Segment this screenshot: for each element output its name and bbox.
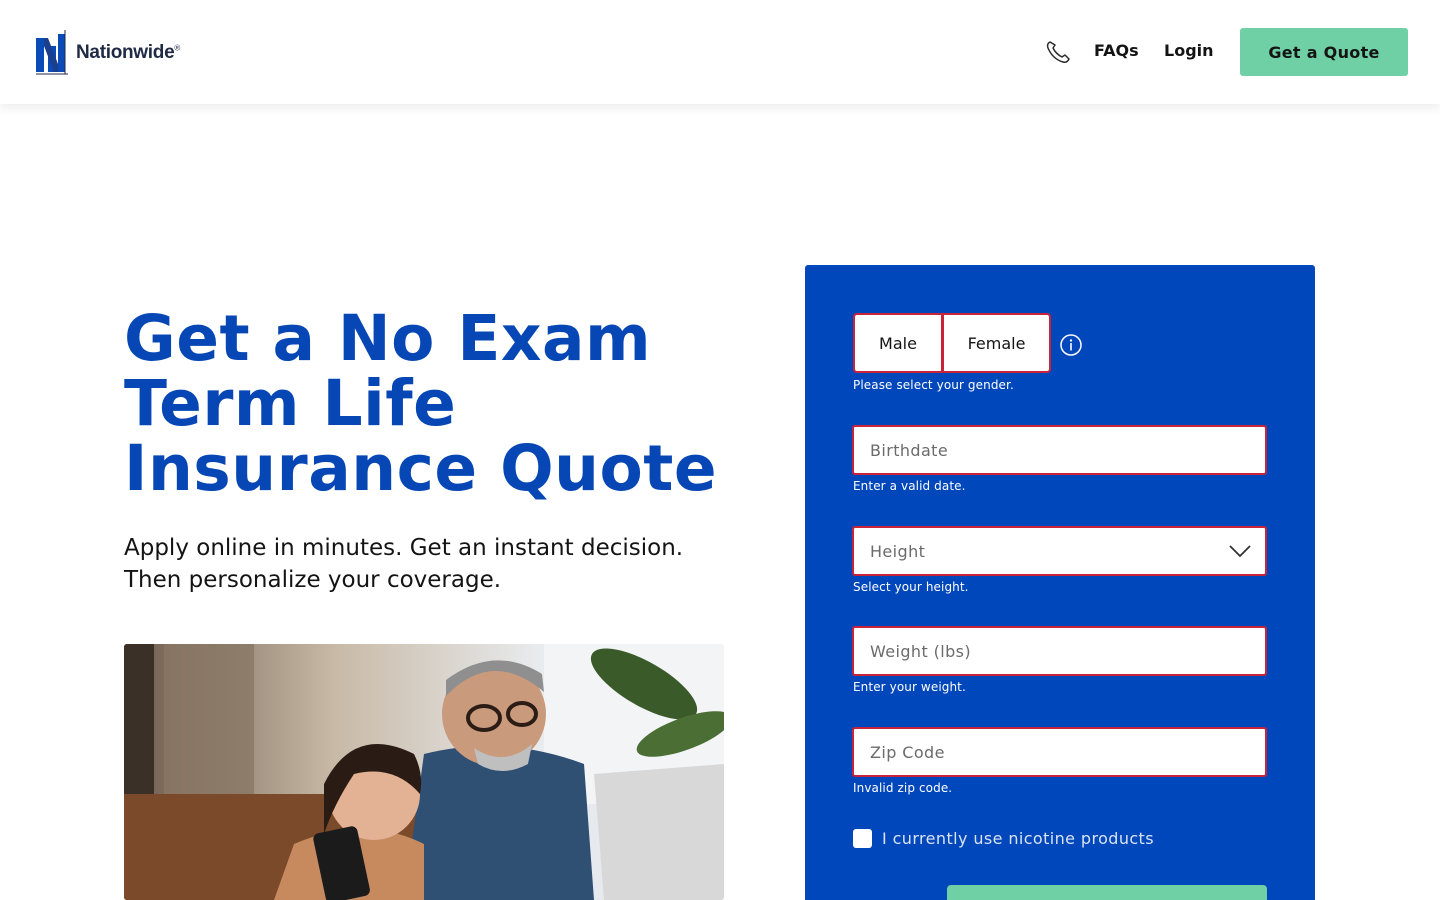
height-select-value: Height [870, 541, 926, 561]
nationwide-logo[interactable]: Nationwide® [34, 28, 180, 76]
gender-female-button[interactable]: Female [943, 313, 1051, 373]
quote-form: Male Female Please select your gender. E… [805, 265, 1315, 900]
get-a-quote-button[interactable]: Get a Quote [1240, 28, 1408, 76]
site-header: Nationwide® FAQs Login Get a Quote [0, 0, 1440, 104]
nav-faqs-link[interactable]: FAQs [1094, 41, 1139, 60]
nicotine-label: I currently use nicotine products [882, 829, 1154, 848]
nav-login-link[interactable]: Login [1164, 41, 1214, 60]
submit-button[interactable] [947, 885, 1267, 900]
weight-error: Enter your weight. [853, 680, 966, 694]
headline-line-3: Insurance Quote [124, 432, 718, 505]
gender-error: Please select your gender. [853, 378, 1014, 392]
headline-line-2: Term Life [124, 367, 457, 440]
height-select[interactable]: Height [852, 526, 1267, 576]
info-icon[interactable] [1059, 333, 1083, 357]
headline-line-1: Get a No Exam [124, 302, 652, 375]
phone-icon[interactable] [1045, 40, 1071, 64]
birthdate-error: Enter a valid date. [853, 479, 966, 493]
nicotine-checkbox[interactable] [853, 829, 872, 848]
gender-selector: Male Female [853, 313, 1051, 373]
weight-field[interactable] [852, 626, 1267, 676]
hero-subtitle: Apply online in minutes. Get an instant … [124, 535, 684, 593]
chevron-down-icon [1229, 545, 1251, 558]
hero-photo-illustration [124, 644, 724, 900]
height-error: Select your height. [853, 580, 969, 594]
zip-code-field[interactable] [852, 727, 1267, 777]
nationwide-logo-icon [36, 30, 68, 75]
zip-code-error: Invalid zip code. [853, 781, 953, 795]
birthdate-field[interactable] [852, 425, 1267, 475]
page-title: Get a No Exam Term Life Insurance Quote [124, 306, 764, 501]
registered-mark: ® [174, 43, 180, 53]
brand-name: Nationwide® [76, 42, 180, 63]
gender-male-button[interactable]: Male [853, 313, 943, 373]
nicotine-checkbox-row[interactable]: I currently use nicotine products [853, 829, 1154, 848]
hero-photo-couple-with-laptop [124, 644, 724, 900]
